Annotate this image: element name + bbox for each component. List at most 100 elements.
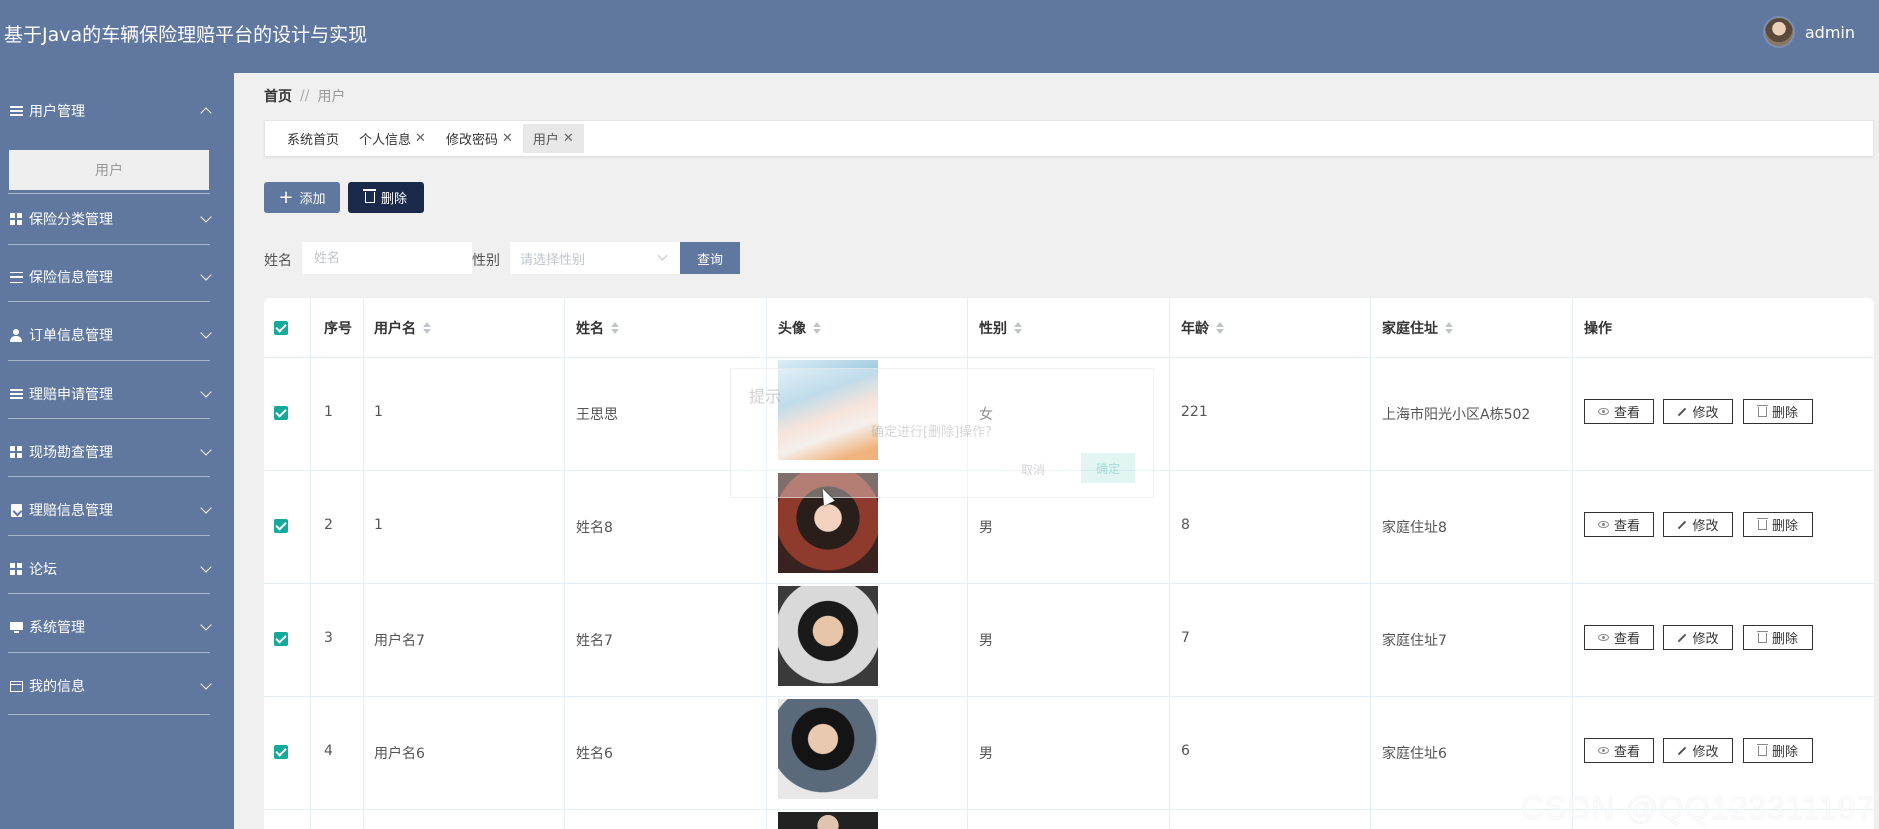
- edit-button[interactable]: 修改: [1663, 399, 1733, 424]
- chevron-down-icon: [200, 269, 212, 281]
- cell-address: 家庭住址6: [1382, 746, 1447, 762]
- tab-change-password[interactable]: 修改密码 ✕: [436, 124, 523, 153]
- tab-personal-info[interactable]: 个人信息 ✕: [349, 124, 436, 153]
- cell-age: 7: [1181, 630, 1190, 646]
- column-header-gender[interactable]: 性别: [979, 298, 1022, 358]
- row-checkbox[interactable]: [274, 406, 288, 420]
- sidebar-item-user-management[interactable]: 用户管理: [0, 96, 234, 126]
- breadcrumb-home[interactable]: 首页: [264, 86, 292, 106]
- monitor-icon: [9, 620, 23, 634]
- column-header-username[interactable]: 用户名: [374, 298, 431, 358]
- close-icon[interactable]: ✕: [502, 131, 513, 146]
- submenu-item-user[interactable]: 用户: [9, 150, 209, 190]
- view-button[interactable]: 查看: [1584, 625, 1654, 650]
- close-icon[interactable]: ✕: [563, 131, 574, 146]
- column-header-address[interactable]: 家庭住址: [1382, 298, 1453, 358]
- sidebar-item-forum[interactable]: 论坛: [0, 554, 234, 584]
- sidebar-item-my-info[interactable]: 我的信息: [0, 671, 234, 701]
- dialog-cancel-button[interactable]: 取消: [1021, 461, 1045, 478]
- column-header-avatar[interactable]: 头像: [778, 298, 821, 358]
- chevron-down-icon: [200, 502, 212, 514]
- edit-button[interactable]: 修改: [1663, 738, 1733, 763]
- sidebar-item-insurance-info[interactable]: 保险信息管理: [0, 262, 234, 292]
- row-checkbox[interactable]: [274, 632, 288, 646]
- grid-line: [363, 298, 364, 829]
- user-avatar[interactable]: [1762, 16, 1795, 48]
- add-button[interactable]: + 添加: [264, 182, 340, 213]
- avatar-image: [778, 812, 878, 829]
- pencil-icon: [1678, 633, 1687, 642]
- cell-name: 姓名7: [576, 633, 613, 649]
- dialog-title: 提示: [749, 387, 782, 406]
- cell-username: 用户名6: [374, 746, 425, 762]
- card-icon: [9, 679, 23, 693]
- column-header-name[interactable]: 姓名: [576, 298, 619, 358]
- edit-button[interactable]: 修改: [1663, 512, 1733, 537]
- cell-index: 3: [324, 630, 333, 646]
- sort-icon[interactable]: [611, 322, 619, 334]
- trash-icon: [1756, 630, 1768, 643]
- name-input[interactable]: [302, 242, 472, 274]
- trash-icon: [1756, 517, 1768, 530]
- sort-icon[interactable]: [1216, 322, 1224, 334]
- row-divider: [264, 696, 1874, 697]
- column-header-age[interactable]: 年龄: [1181, 298, 1224, 358]
- gender-select[interactable]: 请选择性别: [510, 242, 680, 274]
- chevron-down-icon: [200, 327, 212, 339]
- plus-icon: +: [278, 186, 294, 208]
- column-header-index: 序号: [324, 321, 352, 337]
- sidebar: 用户管理 用户 保险分类管理 保险信息管理 订单信息管理 理赔申请管理 现场勘查…: [0, 73, 234, 829]
- edit-button[interactable]: 修改: [1663, 625, 1733, 650]
- sidebar-item-claim-info[interactable]: 理赔信息管理: [0, 495, 234, 525]
- sidebar-item-system-management[interactable]: 系统管理: [0, 612, 234, 642]
- grid-line: [310, 298, 311, 829]
- eye-icon: [1597, 521, 1609, 528]
- grid-line: [1169, 298, 1170, 829]
- select-all-checkbox[interactable]: [274, 321, 288, 335]
- sidebar-item-order-info[interactable]: 订单信息管理: [0, 320, 234, 350]
- tab-user[interactable]: 用户 ✕: [522, 124, 584, 153]
- menu-divider: [8, 418, 210, 419]
- user-menu[interactable]: admin: [1762, 16, 1855, 48]
- sort-icon[interactable]: [423, 322, 431, 334]
- chevron-down-icon: [200, 211, 212, 223]
- batch-delete-button[interactable]: 删除: [348, 182, 424, 213]
- row-checkbox[interactable]: [274, 745, 288, 759]
- delete-button[interactable]: 删除: [1743, 512, 1813, 537]
- query-button[interactable]: 查询: [680, 242, 740, 274]
- menu-divider: [8, 476, 210, 477]
- view-button[interactable]: 查看: [1584, 399, 1654, 424]
- tab-system-home[interactable]: 系统首页: [277, 124, 349, 153]
- top-header: 基于Java的车辆保险理赔平台的设计与实现 admin: [0, 0, 1879, 73]
- view-button[interactable]: 查看: [1584, 738, 1654, 763]
- pencil-icon: [1678, 520, 1687, 529]
- cell-age: 6: [1181, 743, 1190, 759]
- row-checkbox[interactable]: [274, 519, 288, 533]
- app-title: 基于Java的车辆保险理赔平台的设计与实现: [4, 24, 368, 46]
- menu-divider: [8, 244, 210, 245]
- sliders-icon: [9, 270, 23, 284]
- sidebar-item-site-survey[interactable]: 现场勘查管理: [0, 437, 234, 467]
- sidebar-item-insurance-category[interactable]: 保险分类管理: [0, 204, 234, 234]
- row-divider: [264, 583, 1874, 584]
- trash-icon: [362, 189, 376, 203]
- sort-icon[interactable]: [1445, 322, 1453, 334]
- tab-bar: 系统首页 个人信息 ✕ 修改密码 ✕ 用户 ✕: [264, 120, 1874, 157]
- cell-gender: 男: [979, 746, 993, 762]
- username[interactable]: admin: [1805, 23, 1855, 42]
- eye-icon: [1597, 747, 1609, 754]
- delete-button[interactable]: 删除: [1743, 399, 1813, 424]
- view-button[interactable]: 查看: [1584, 512, 1654, 537]
- dialog-confirm-button[interactable]: 确定: [1081, 453, 1135, 483]
- delete-button[interactable]: 删除: [1743, 738, 1813, 763]
- sort-icon[interactable]: [1014, 322, 1022, 334]
- cell-index: 2: [324, 517, 333, 533]
- delete-button[interactable]: 删除: [1743, 625, 1813, 650]
- close-icon[interactable]: ✕: [415, 131, 426, 146]
- sidebar-item-claim-application[interactable]: 理赔申请管理: [0, 379, 234, 409]
- sort-icon[interactable]: [813, 322, 821, 334]
- menu-divider: [8, 193, 210, 194]
- chevron-down-icon: [200, 678, 212, 690]
- cell-username: 用户名7: [374, 633, 425, 649]
- cell-index: 1: [324, 404, 333, 420]
